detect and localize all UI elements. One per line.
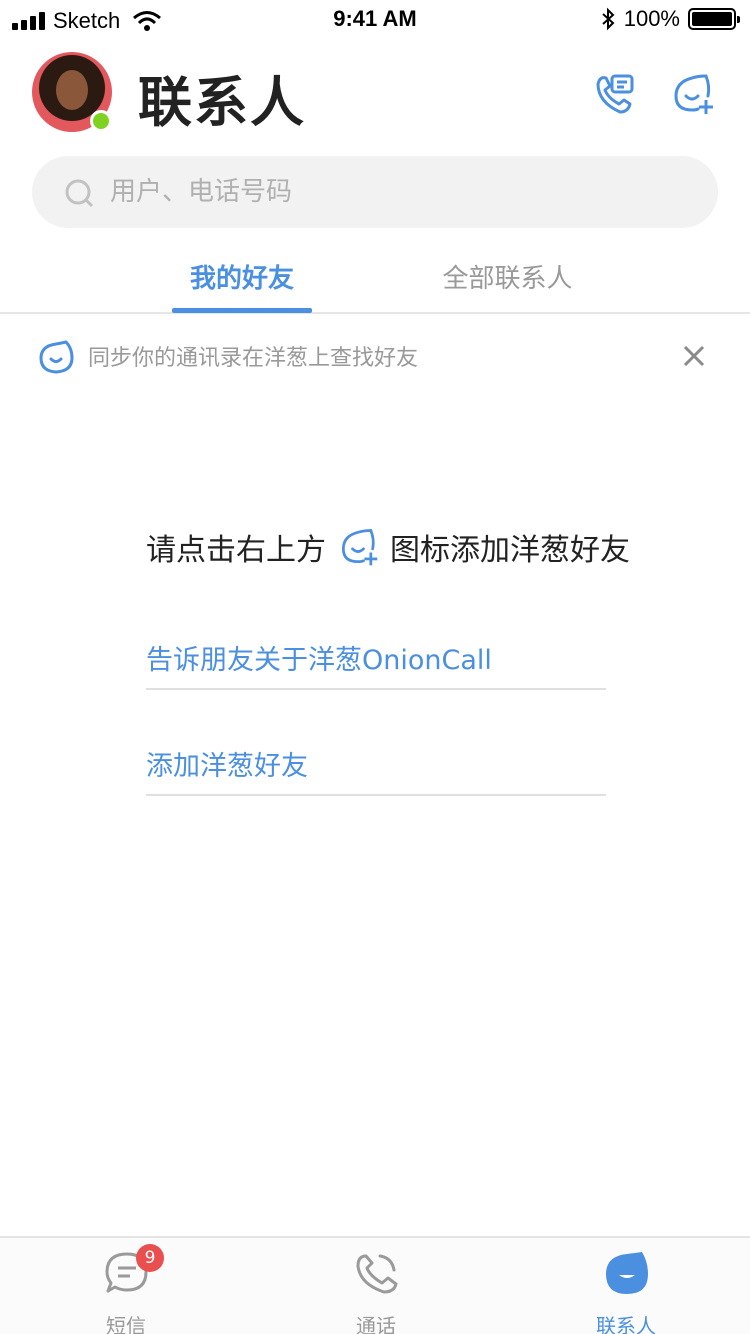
tabbar-label-messages: 短信	[106, 1314, 146, 1334]
add-friends-link[interactable]: 添加洋葱好友	[146, 726, 606, 796]
search-bar[interactable]	[32, 156, 718, 228]
hint-text-after: 图标添加洋葱好友	[390, 533, 630, 568]
battery-percent: 100%	[623, 6, 680, 31]
tabbar-item-contacts[interactable]: 联系人	[566, 1244, 686, 1334]
active-tab-indicator	[172, 308, 312, 313]
call-message-button[interactable]	[590, 70, 638, 118]
status-bar: Sketch 9:41 AM 100%	[0, 0, 750, 40]
online-status-dot	[90, 110, 112, 132]
phone-message-icon	[596, 74, 634, 114]
onion-contact-icon	[606, 1252, 648, 1294]
tab-my-friends[interactable]: 我的好友	[172, 258, 312, 295]
search-input[interactable]	[110, 156, 690, 228]
unread-badge: 9	[136, 1244, 164, 1272]
search-icon	[65, 179, 94, 208]
tell-friends-link[interactable]: 告诉朋友关于洋葱OnionCall	[146, 620, 606, 690]
phone-icon	[356, 1254, 398, 1294]
tab-all-contacts[interactable]: 全部联系人	[420, 258, 595, 295]
battery-icon	[688, 8, 740, 30]
tabbar-label-contacts: 联系人	[596, 1314, 656, 1334]
tell-friends-label[interactable]: 告诉朋友关于洋葱OnionCall	[146, 638, 492, 677]
tabbar-item-calls[interactable]: 通话	[316, 1244, 436, 1334]
sync-banner-text: 同步你的通讯录在洋葱上查找好友	[88, 346, 419, 371]
add-friend-icon	[341, 529, 378, 566]
tabbar-label-calls: 通话	[356, 1314, 396, 1334]
contact-tabs: 我的好友 全部联系人	[0, 244, 750, 314]
sync-contacts-banner[interactable]: 同步你的通讯录在洋葱上查找好友	[0, 316, 750, 396]
tabbar-item-messages[interactable]: 9 短信	[66, 1244, 186, 1334]
empty-state-hint: 请点击右上方 图标添加洋葱好友	[146, 522, 706, 572]
hint-text-before: 请点击右上方	[146, 533, 326, 568]
page-title: 联系人	[138, 71, 306, 134]
contacts-screen: Sketch 9:41 AM 100% 联系人 用户、电话号码 我的好友 全部联…	[0, 0, 750, 1334]
close-icon[interactable]	[678, 340, 710, 372]
add-friends-label[interactable]: 添加洋葱好友	[146, 744, 308, 783]
add-friend-icon	[674, 74, 713, 114]
bluetooth-icon	[602, 7, 615, 31]
add-friend-button[interactable]	[668, 70, 716, 118]
bottom-tab-bar: 9 短信 通话 联系人	[0, 1236, 750, 1334]
onion-icon	[39, 340, 74, 374]
